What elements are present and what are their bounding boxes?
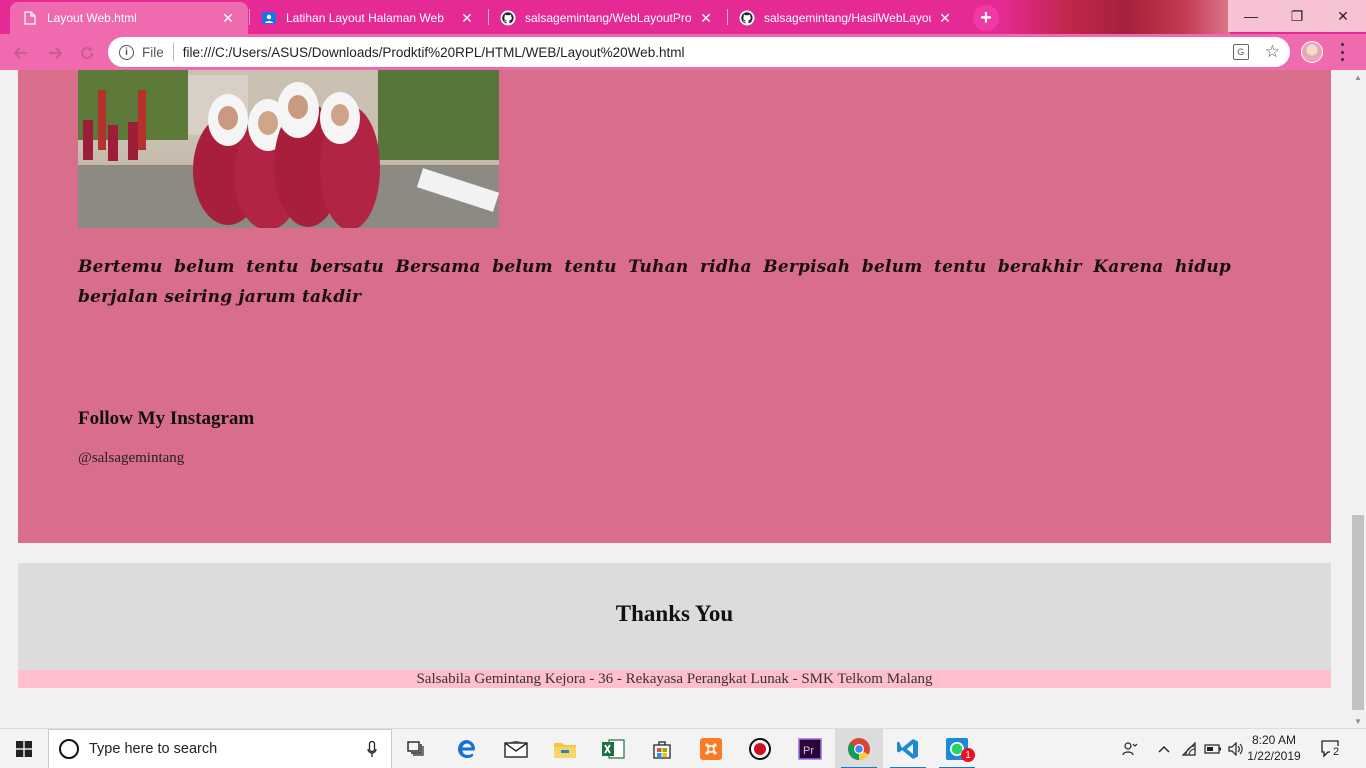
tab-title: Latihan Layout Halaman Web (286, 11, 444, 25)
taskbar: Type here to search Pr 1 8:20 AM 1/22/20… (0, 728, 1366, 768)
classroom-icon (261, 10, 277, 26)
page-viewport: Bertemu belum tentu bersatu Bersama belu… (0, 70, 1350, 728)
excel-icon[interactable] (589, 729, 637, 768)
back-arrow-icon (13, 47, 27, 59)
forward-button[interactable] (44, 42, 66, 64)
premiere-icon[interactable]: Pr (786, 729, 834, 768)
scheme-label: File (142, 44, 164, 60)
credit-bar: Salsabila Gemintang Kejora - 36 - Rekaya… (18, 670, 1331, 688)
menu-dots-icon[interactable] (1338, 43, 1346, 61)
info-icon[interactable]: i (119, 44, 134, 60)
close-tab-icon[interactable]: ✕ (937, 10, 953, 26)
address-bar[interactable]: i File file:///C:/Users/ASUS/Downloads/P… (108, 37, 1290, 67)
file-explorer-icon[interactable] (541, 729, 589, 768)
close-tab-icon[interactable]: ✕ (220, 10, 236, 26)
recorder-icon[interactable] (736, 729, 784, 768)
vscode-icon[interactable] (884, 729, 932, 768)
edge-icon[interactable] (443, 729, 491, 768)
svg-text:Pr: Pr (803, 745, 814, 757)
close-tab-icon[interactable]: ✕ (698, 10, 714, 26)
tab-title: Layout Web.html (47, 11, 137, 25)
new-tab-button[interactable]: + (973, 5, 999, 31)
mail-icon[interactable] (492, 729, 540, 768)
quote-text: Bertemu belum tentu bersatu Bersama belu… (78, 257, 1231, 307)
group-photo (78, 70, 499, 228)
tab-github-hasilweblayout[interactable]: salsagemintang/HasilWebLayout ✕ (727, 2, 965, 34)
store-icon[interactable] (638, 729, 686, 768)
translate-icon[interactable]: G (1232, 44, 1249, 60)
url-text[interactable]: file:///C:/Users/ASUS/Downloads/Prodktif… (183, 45, 1233, 60)
start-button[interactable] (0, 729, 48, 768)
chrome-icon[interactable] (835, 729, 883, 768)
microphone-icon[interactable] (367, 740, 377, 758)
minimize-button[interactable]: — (1228, 0, 1274, 32)
notification-count: 2 (1330, 746, 1342, 759)
vertical-scrollbar[interactable]: ▲ ▼ (1350, 70, 1366, 728)
tab-github-weblayoutprofil[interactable]: salsagemintang/WebLayoutProfil ✕ (488, 2, 726, 34)
reload-icon (81, 47, 94, 60)
back-button[interactable] (10, 42, 32, 64)
battery-icon[interactable] (1203, 729, 1223, 768)
tab-latihan-layout[interactable]: Latihan Layout Halaman Web ✕ (249, 2, 487, 34)
bookmark-star-icon[interactable]: ☆ (1265, 42, 1280, 62)
divider (172, 43, 174, 61)
whatsapp-icon[interactable]: 1 (933, 729, 981, 768)
close-window-button[interactable]: ✕ (1320, 0, 1366, 32)
scroll-up-arrow-icon[interactable]: ▲ (1350, 70, 1366, 84)
tab-title: salsagemintang/HasilWebLayout (764, 11, 931, 25)
search-placeholder: Type here to search (89, 741, 218, 757)
scroll-down-arrow-icon[interactable]: ▼ (1350, 714, 1366, 728)
restore-button[interactable]: ❐ (1274, 0, 1320, 32)
forward-arrow-icon (49, 47, 63, 59)
notification-center-icon[interactable]: 2 (1320, 738, 1342, 760)
file-icon (22, 10, 38, 26)
browser-toolbar: i File file:///C:/Users/ASUS/Downloads/P… (0, 34, 1366, 70)
notification-badge: 1 (961, 748, 975, 762)
clock-time: 8:20 AM (1251, 733, 1297, 747)
taskbar-search[interactable]: Type here to search (48, 729, 392, 768)
windows-logo-icon (16, 741, 32, 757)
chevron-up-icon[interactable] (1154, 729, 1174, 768)
profile-section: Bertemu belum tentu bersatu Bersama belu… (18, 70, 1331, 543)
xampp-icon[interactable] (687, 729, 735, 768)
system-clock[interactable]: 8:20 AM 1/22/2019 (1244, 732, 1304, 764)
footer-box: Thanks You (18, 563, 1331, 670)
follow-heading: Follow My Instagram (78, 408, 255, 429)
theme-background (1000, 0, 1230, 34)
instagram-handle: @salsagemintang (78, 450, 185, 466)
tab-strip: Layout Web.html ✕ Latihan Layout Halaman… (0, 0, 1366, 34)
close-tab-icon[interactable]: ✕ (459, 10, 475, 26)
scrollbar-thumb[interactable] (1352, 515, 1364, 710)
clock-date: 1/22/2019 (1247, 749, 1301, 763)
github-icon (739, 10, 755, 26)
github-icon (500, 10, 516, 26)
cortana-icon (59, 739, 79, 759)
footer-title: Thanks You (615, 601, 734, 626)
volume-icon[interactable] (1226, 729, 1246, 768)
tab-title: salsagemintang/WebLayoutProfil (525, 11, 692, 25)
reload-button[interactable] (76, 42, 98, 64)
tab-layout-web[interactable]: Layout Web.html ✕ (10, 2, 248, 34)
wifi-icon[interactable] (1180, 729, 1200, 768)
people-icon[interactable] (1118, 729, 1142, 768)
task-view-icon[interactable] (392, 729, 440, 768)
profile-avatar[interactable] (1301, 41, 1323, 63)
